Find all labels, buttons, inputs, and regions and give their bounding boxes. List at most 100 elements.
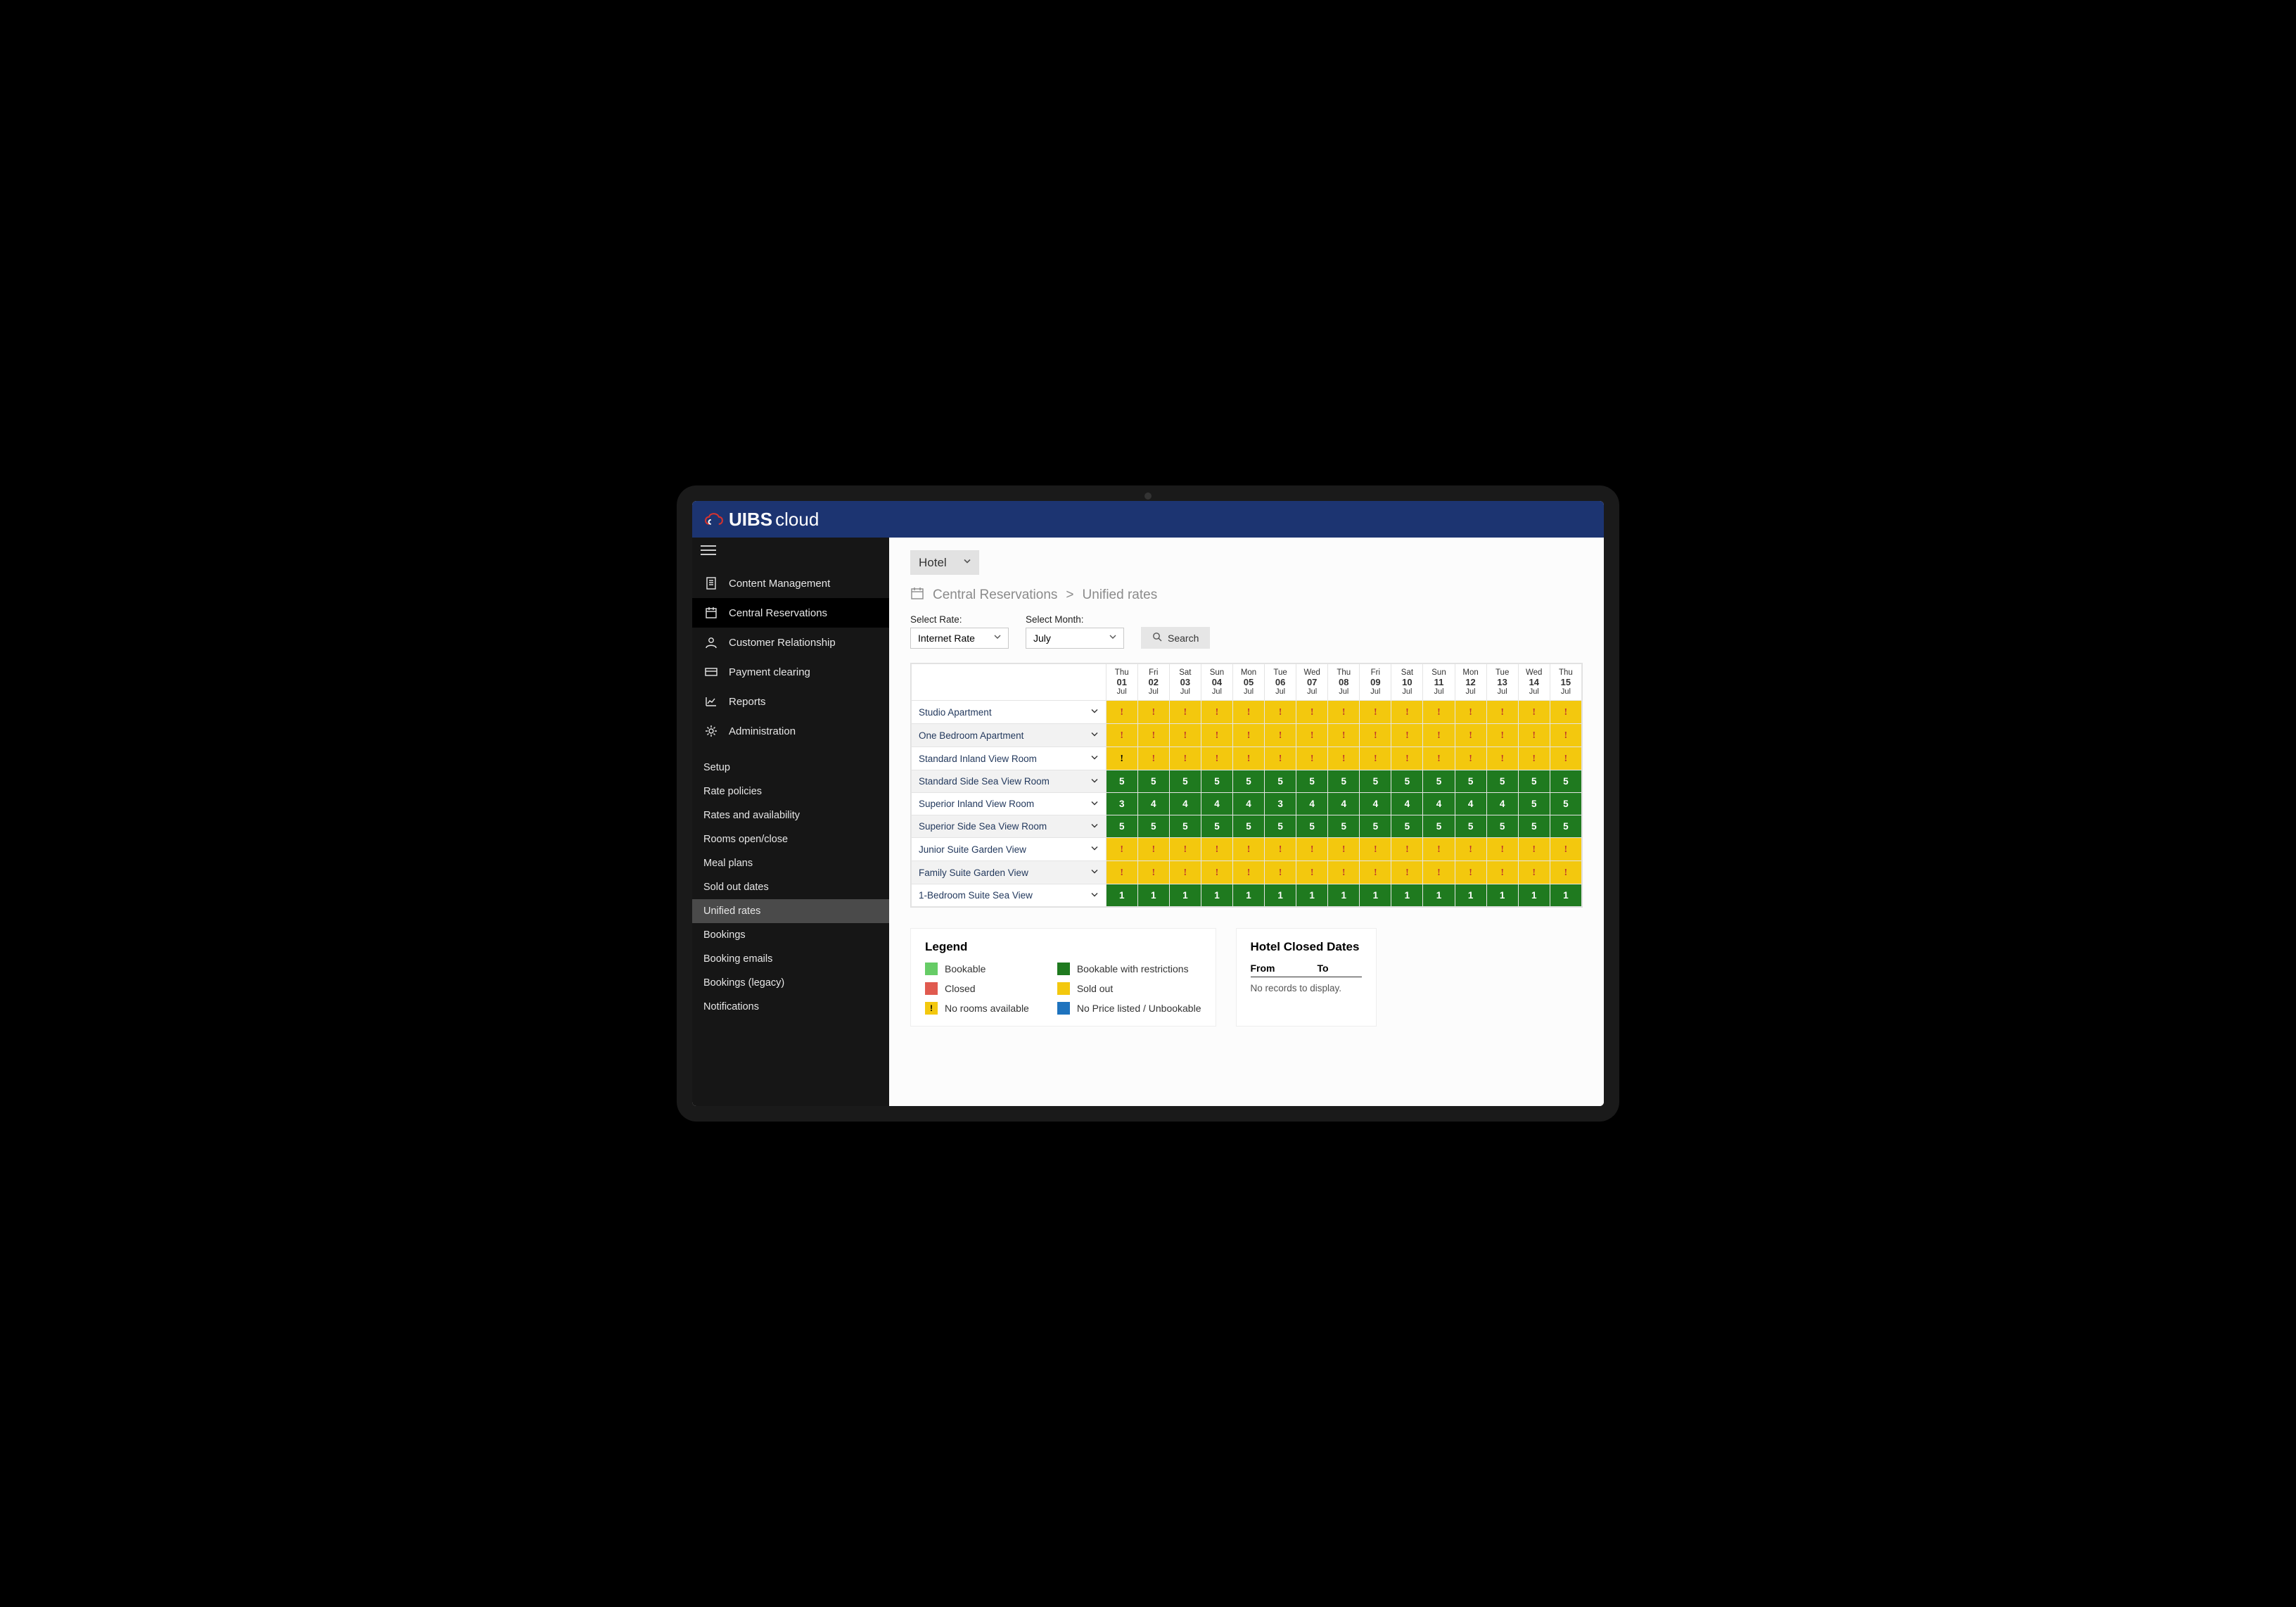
avail-cell-count[interactable]: 1: [1360, 884, 1391, 907]
avail-cell-warn[interactable]: !: [1169, 724, 1201, 747]
avail-cell-warn[interactable]: !: [1391, 838, 1423, 861]
avail-cell-warn[interactable]: !: [1106, 747, 1137, 770]
avail-cell-warn[interactable]: !: [1486, 724, 1518, 747]
avail-cell-count[interactable]: 4: [1328, 793, 1360, 815]
avail-cell-count[interactable]: 3: [1106, 793, 1137, 815]
avail-cell-warn[interactable]: !: [1391, 724, 1423, 747]
avail-cell-warn[interactable]: !: [1137, 701, 1169, 724]
avail-cell-count[interactable]: 5: [1423, 815, 1455, 838]
avail-cell-count[interactable]: 5: [1201, 770, 1232, 793]
avail-cell-warn[interactable]: !: [1423, 838, 1455, 861]
sub-item[interactable]: Bookings: [692, 923, 889, 947]
avail-cell-warn[interactable]: !: [1201, 838, 1232, 861]
avail-cell-count[interactable]: 5: [1265, 770, 1296, 793]
avail-cell-warn[interactable]: !: [1232, 861, 1264, 884]
avail-cell-warn[interactable]: !: [1296, 747, 1328, 770]
avail-cell-count[interactable]: 4: [1201, 793, 1232, 815]
avail-cell-warn[interactable]: !: [1265, 701, 1296, 724]
avail-cell-count[interactable]: 5: [1137, 770, 1169, 793]
avail-cell-warn[interactable]: !: [1328, 701, 1360, 724]
avail-cell-count[interactable]: 5: [1455, 770, 1486, 793]
avail-cell-warn[interactable]: !: [1265, 747, 1296, 770]
avail-cell-count[interactable]: 5: [1518, 793, 1550, 815]
avail-cell-warn[interactable]: !: [1486, 861, 1518, 884]
avail-cell-warn[interactable]: !: [1296, 861, 1328, 884]
room-name-cell[interactable]: One Bedroom Apartment: [912, 724, 1106, 747]
avail-cell-warn[interactable]: !: [1328, 747, 1360, 770]
avail-cell-warn[interactable]: !: [1232, 838, 1264, 861]
avail-cell-count[interactable]: 4: [1169, 793, 1201, 815]
avail-cell-warn[interactable]: !: [1265, 838, 1296, 861]
search-button[interactable]: Search: [1141, 627, 1210, 649]
avail-cell-warn[interactable]: !: [1360, 861, 1391, 884]
avail-cell-warn[interactable]: !: [1391, 701, 1423, 724]
avail-cell-count[interactable]: 5: [1423, 770, 1455, 793]
avail-cell-warn[interactable]: !: [1423, 861, 1455, 884]
avail-cell-count[interactable]: 1: [1328, 884, 1360, 907]
room-name-cell[interactable]: Standard Side Sea View Room: [912, 770, 1106, 793]
avail-cell-count[interactable]: 1: [1232, 884, 1264, 907]
avail-cell-warn[interactable]: !: [1137, 838, 1169, 861]
avail-cell-count[interactable]: 3: [1265, 793, 1296, 815]
avail-cell-warn[interactable]: !: [1518, 724, 1550, 747]
avail-cell-count[interactable]: 5: [1296, 770, 1328, 793]
avail-cell-warn[interactable]: !: [1232, 747, 1264, 770]
avail-cell-count[interactable]: 1: [1455, 884, 1486, 907]
avail-cell-count[interactable]: 5: [1232, 815, 1264, 838]
avail-cell-warn[interactable]: !: [1360, 747, 1391, 770]
room-name-cell[interactable]: Superior Side Sea View Room: [912, 815, 1106, 838]
avail-cell-warn[interactable]: !: [1423, 701, 1455, 724]
avail-cell-count[interactable]: 1: [1550, 884, 1581, 907]
avail-cell-count[interactable]: 5: [1360, 815, 1391, 838]
avail-cell-warn[interactable]: !: [1328, 861, 1360, 884]
sub-item[interactable]: Setup: [692, 756, 889, 780]
avail-cell-count[interactable]: 1: [1169, 884, 1201, 907]
avail-cell-count[interactable]: 4: [1391, 793, 1423, 815]
avail-cell-count[interactable]: 5: [1518, 815, 1550, 838]
sub-item[interactable]: Booking emails: [692, 947, 889, 971]
sub-item[interactable]: Bookings (legacy): [692, 971, 889, 995]
avail-cell-warn[interactable]: !: [1455, 861, 1486, 884]
avail-cell-count[interactable]: 4: [1486, 793, 1518, 815]
avail-cell-warn[interactable]: !: [1169, 747, 1201, 770]
sub-item[interactable]: Notifications: [692, 995, 889, 1019]
avail-cell-warn[interactable]: !: [1423, 747, 1455, 770]
nav-item-gear[interactable]: Administration: [692, 716, 889, 746]
avail-cell-warn[interactable]: !: [1455, 838, 1486, 861]
avail-cell-warn[interactable]: !: [1106, 861, 1137, 884]
room-name-cell[interactable]: 1-Bedroom Suite Sea View: [912, 884, 1106, 907]
rate-select[interactable]: Internet Rate: [910, 628, 1009, 649]
nav-item-chart[interactable]: Reports: [692, 687, 889, 716]
sub-item[interactable]: Rates and availability: [692, 804, 889, 827]
avail-cell-warn[interactable]: !: [1265, 724, 1296, 747]
avail-cell-warn[interactable]: !: [1137, 747, 1169, 770]
avail-cell-warn[interactable]: !: [1137, 861, 1169, 884]
avail-cell-count[interactable]: 5: [1232, 770, 1264, 793]
avail-cell-warn[interactable]: !: [1486, 701, 1518, 724]
avail-cell-warn[interactable]: !: [1137, 724, 1169, 747]
sub-item[interactable]: Sold out dates: [692, 875, 889, 899]
avail-cell-warn[interactable]: !: [1232, 724, 1264, 747]
avail-cell-warn[interactable]: !: [1550, 838, 1581, 861]
avail-cell-warn[interactable]: !: [1518, 701, 1550, 724]
room-name-cell[interactable]: Junior Suite Garden View: [912, 838, 1106, 861]
avail-cell-warn[interactable]: !: [1360, 724, 1391, 747]
avail-cell-count[interactable]: 5: [1486, 770, 1518, 793]
avail-cell-warn[interactable]: !: [1360, 701, 1391, 724]
avail-cell-warn[interactable]: !: [1423, 724, 1455, 747]
avail-cell-warn[interactable]: !: [1455, 701, 1486, 724]
sub-item[interactable]: Meal plans: [692, 851, 889, 875]
avail-cell-count[interactable]: 5: [1391, 815, 1423, 838]
avail-cell-warn[interactable]: !: [1328, 724, 1360, 747]
avail-cell-warn[interactable]: !: [1518, 838, 1550, 861]
avail-cell-warn[interactable]: !: [1169, 861, 1201, 884]
avail-cell-count[interactable]: 5: [1518, 770, 1550, 793]
avail-cell-count[interactable]: 5: [1486, 815, 1518, 838]
nav-item-doc[interactable]: Content Management: [692, 569, 889, 598]
avail-cell-warn[interactable]: !: [1169, 838, 1201, 861]
month-select[interactable]: July: [1026, 628, 1124, 649]
avail-cell-warn[interactable]: !: [1360, 838, 1391, 861]
avail-cell-warn[interactable]: !: [1296, 724, 1328, 747]
avail-cell-warn[interactable]: !: [1106, 724, 1137, 747]
nav-item-user[interactable]: Customer Relationship: [692, 628, 889, 657]
